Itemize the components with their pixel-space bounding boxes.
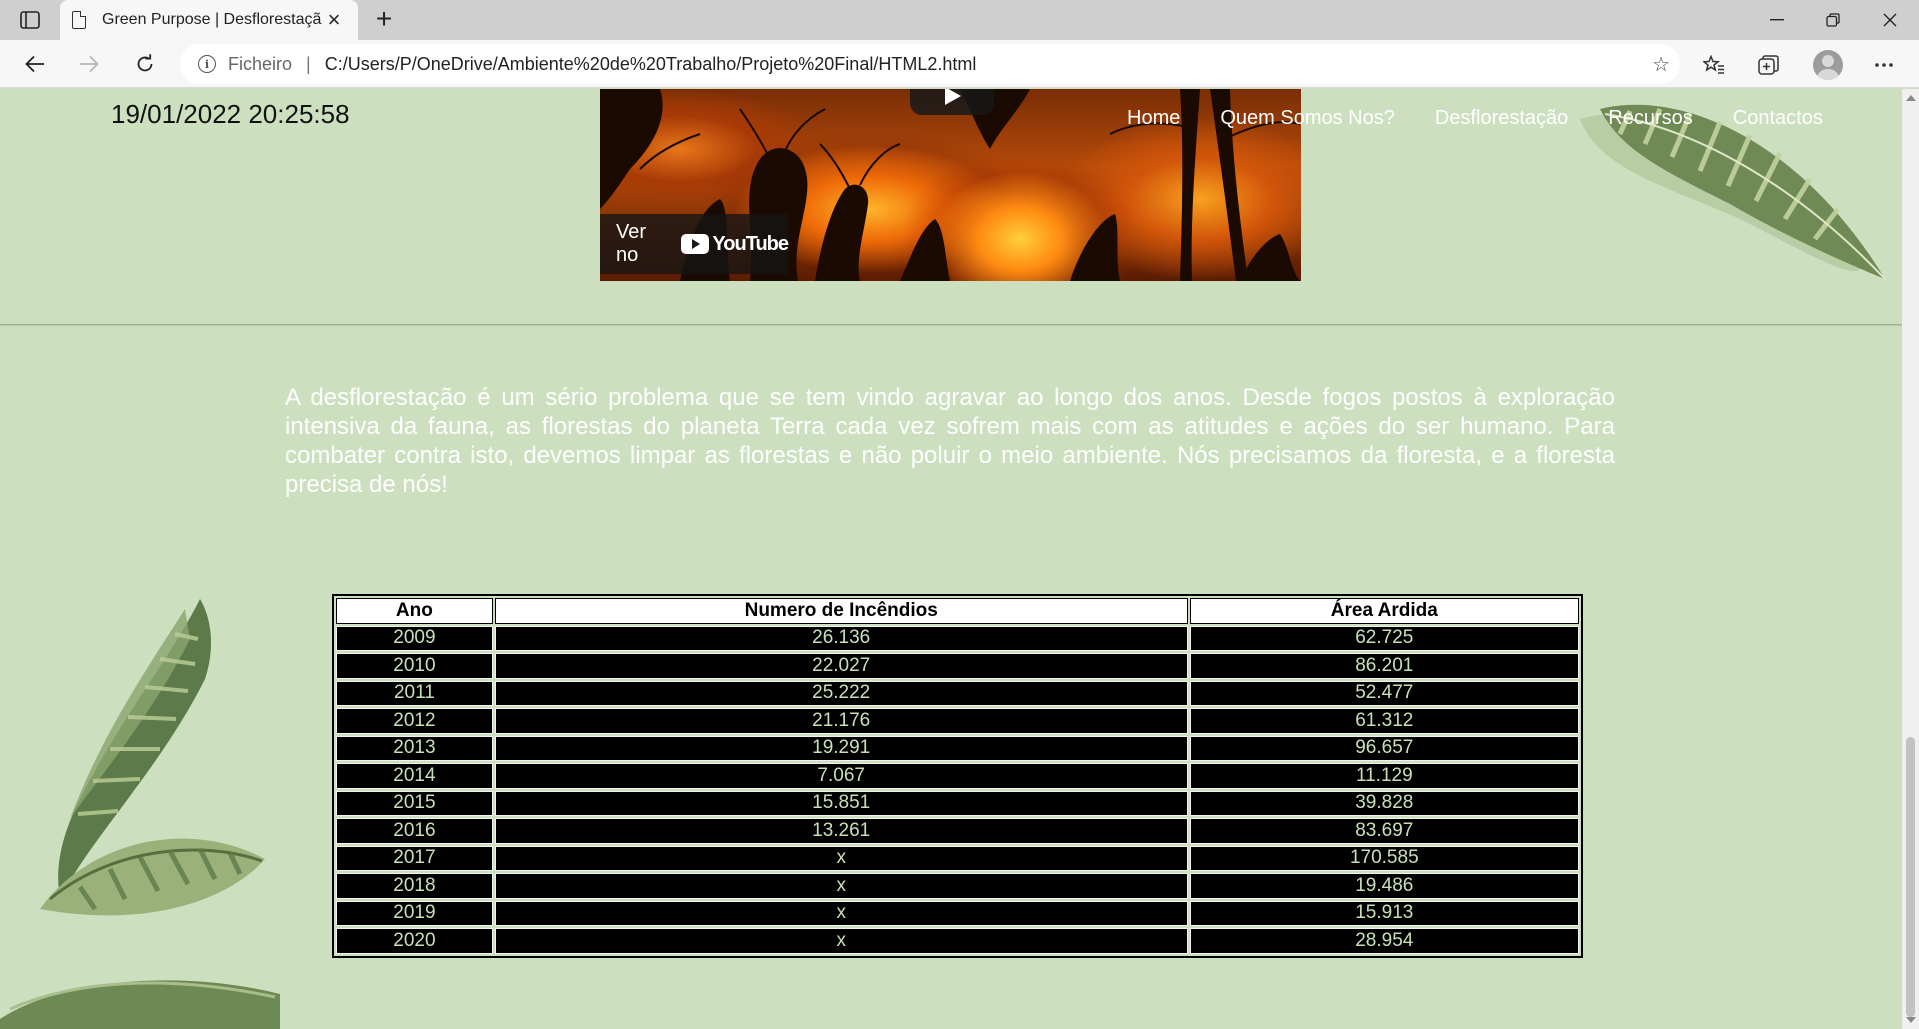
table-header-row: Ano Numero de Incêndios Área Ardida xyxy=(336,598,1579,624)
refresh-button[interactable] xyxy=(128,48,162,80)
cell-burned-area: 61.312 xyxy=(1189,708,1579,734)
nav-link-recursos[interactable]: Recursos xyxy=(1608,107,1692,137)
cell-fire-count: 26.136 xyxy=(494,625,1188,651)
cell-fire-count: x xyxy=(494,900,1188,926)
cell-year: 2017 xyxy=(336,845,493,871)
cell-burned-area: 39.828 xyxy=(1189,790,1579,816)
cell-burned-area: 83.697 xyxy=(1189,818,1579,844)
cell-fire-count: 22.027 xyxy=(494,653,1188,679)
cell-burned-area: 170.585 xyxy=(1189,845,1579,871)
cell-fire-count: 7.067 xyxy=(494,763,1188,789)
cell-burned-area: 96.657 xyxy=(1189,735,1579,761)
cell-fire-count: 15.851 xyxy=(494,790,1188,816)
browser-tab-active[interactable]: Green Purpose | Desflorestação × xyxy=(60,0,358,40)
cell-fire-count: x xyxy=(494,928,1188,954)
address-url[interactable]: C:/Users/P/OneDrive/Ambiente%20de%20Trab… xyxy=(325,54,977,75)
cell-year: 2011 xyxy=(336,680,493,706)
cell-year: 2014 xyxy=(336,763,493,789)
back-button[interactable] xyxy=(18,48,52,80)
table-row: 2020 x 28.954 xyxy=(336,928,1579,954)
cell-fire-count: 13.261 xyxy=(494,818,1188,844)
header-fire-count: Numero de Incêndios xyxy=(494,598,1188,624)
cell-year: 2016 xyxy=(336,818,493,844)
cell-burned-area: 52.477 xyxy=(1189,680,1579,706)
address-separator: | xyxy=(306,53,311,74)
address-scheme: Ficheiro xyxy=(228,53,293,74)
cell-fire-count: 21.176 xyxy=(494,708,1188,734)
table-row: 2009 26.136 62.725 xyxy=(336,625,1579,651)
section-divider xyxy=(0,324,1902,326)
scroll-up-arrow-icon[interactable] xyxy=(1906,95,1916,101)
table-row: 2014 7.067 11.129 xyxy=(336,763,1579,789)
add-favorite-icon[interactable]: ☆ xyxy=(1652,52,1670,77)
address-bar[interactable]: i Ficheiro | C:/Users/P/OneDrive/Ambient… xyxy=(180,44,1680,84)
page-viewport: 19/01/2022 20:25:58 Ver no YouTube Home … xyxy=(0,89,1902,1029)
settings-more-icon[interactable] xyxy=(1867,50,1901,80)
collections-icon[interactable] xyxy=(1752,50,1786,80)
scrollbar-thumb[interactable] xyxy=(1906,737,1915,1017)
youtube-logo-icon: YouTube xyxy=(681,232,789,256)
cell-fire-count: x xyxy=(494,873,1188,899)
cell-fire-count: 19.291 xyxy=(494,735,1188,761)
table-row: 2017 x 170.585 xyxy=(336,845,1579,871)
nav-link-home[interactable]: Home xyxy=(1127,107,1180,137)
fires-table-container: Ano Numero de Incêndios Área Ardida 2009… xyxy=(332,594,1583,958)
cell-burned-area: 15.913 xyxy=(1189,900,1579,926)
current-datetime: 19/01/2022 20:25:58 xyxy=(111,99,350,129)
minimize-button[interactable] xyxy=(1749,0,1805,40)
cell-burned-area: 62.725 xyxy=(1189,625,1579,651)
header-year: Ano xyxy=(336,598,493,624)
video-play-icon[interactable] xyxy=(910,89,994,115)
nav-link-contactos[interactable]: Contactos xyxy=(1733,107,1823,137)
nav-link-quem-somos[interactable]: Quem Somos Nos? xyxy=(1220,107,1395,137)
new-tab-button[interactable]: + xyxy=(368,4,400,36)
cell-year: 2018 xyxy=(336,873,493,899)
table-row: 2018 x 19.486 xyxy=(336,873,1579,899)
favorites-icon[interactable] xyxy=(1697,50,1731,80)
restore-button[interactable] xyxy=(1805,0,1861,40)
intro-paragraph: A desflorestação é um sério problema que… xyxy=(285,384,1615,498)
cell-year: 2010 xyxy=(336,653,493,679)
site-info-icon[interactable]: i xyxy=(198,55,216,73)
cell-year: 2009 xyxy=(336,625,493,651)
cell-burned-area: 28.954 xyxy=(1189,928,1579,954)
fires-table: Ano Numero de Incêndios Área Ardida 2009… xyxy=(332,594,1583,958)
watch-on-label: Ver no xyxy=(616,221,647,266)
cell-burned-area: 11.129 xyxy=(1189,763,1579,789)
main-navigation: Home Quem Somos Nos? Desflorestação Recu… xyxy=(1110,107,1823,137)
table-row: 2013 19.291 96.657 xyxy=(336,735,1579,761)
page-scrollbar[interactable] xyxy=(1902,89,1919,1029)
cell-year: 2015 xyxy=(336,790,493,816)
browser-titlebar: Green Purpose | Desflorestação × + xyxy=(0,0,1919,40)
cell-burned-area: 86.201 xyxy=(1189,653,1579,679)
scroll-down-arrow-icon[interactable] xyxy=(1906,1017,1916,1023)
tab-actions-icon[interactable] xyxy=(12,6,48,34)
nav-link-desflorestacao[interactable]: Desflorestação xyxy=(1435,107,1568,137)
tab-title: Green Purpose | Desflorestação xyxy=(102,11,322,28)
youtube-wordmark: YouTube xyxy=(712,232,789,255)
watch-on-youtube-button[interactable]: Ver no YouTube xyxy=(600,214,789,274)
cell-burned-area: 19.486 xyxy=(1189,873,1579,899)
forward-button[interactable] xyxy=(72,48,106,80)
cell-fire-count: 25.222 xyxy=(494,680,1188,706)
table-row: 2015 15.851 39.828 xyxy=(336,790,1579,816)
cell-year: 2012 xyxy=(336,708,493,734)
close-window-button[interactable] xyxy=(1862,0,1918,40)
table-row: 2010 22.027 86.201 xyxy=(336,653,1579,679)
table-row: 2016 13.261 83.697 xyxy=(336,818,1579,844)
youtube-play-icon xyxy=(681,234,710,254)
header-burned-area: Área Ardida xyxy=(1189,598,1579,624)
cell-fire-count: x xyxy=(494,845,1188,871)
page-document-icon xyxy=(72,11,86,29)
table-row: 2012 21.176 61.312 xyxy=(336,708,1579,734)
cell-year: 2013 xyxy=(336,735,493,761)
tab-close-icon[interactable]: × xyxy=(322,9,346,31)
table-row: 2019 x 15.913 xyxy=(336,900,1579,926)
leaf-decoration-bottom-left-icon xyxy=(0,599,280,1029)
table-row: 2011 25.222 52.477 xyxy=(336,680,1579,706)
cell-year: 2019 xyxy=(336,900,493,926)
browser-toolbar: i Ficheiro | C:/Users/P/OneDrive/Ambient… xyxy=(0,40,1919,88)
cell-year: 2020 xyxy=(336,928,493,954)
profile-avatar[interactable] xyxy=(1813,50,1843,80)
